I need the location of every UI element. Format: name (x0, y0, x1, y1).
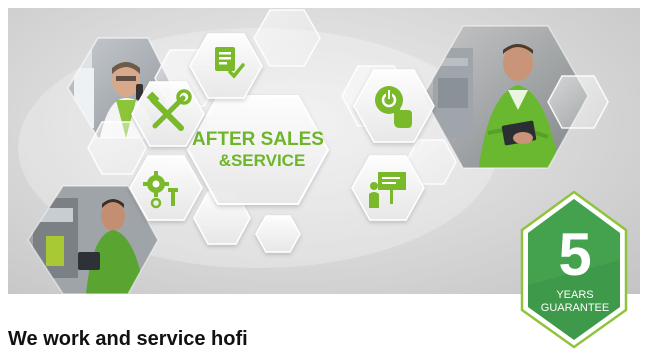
banner-title-line2: &SERVICE (219, 151, 306, 170)
guarantee-badge: 5 YEARS GUARANTEE (520, 190, 628, 349)
deco-hex (255, 215, 301, 253)
section-heading: We work and service hofi (8, 328, 248, 349)
badge-line2: GUARANTEE (541, 302, 609, 314)
title-hex (186, 95, 330, 205)
badge-line1: YEARS (556, 289, 593, 301)
deco-hex (547, 75, 609, 129)
badge-number: 5 (558, 221, 591, 288)
banner-title-line1: AFTER SALES (192, 129, 324, 150)
